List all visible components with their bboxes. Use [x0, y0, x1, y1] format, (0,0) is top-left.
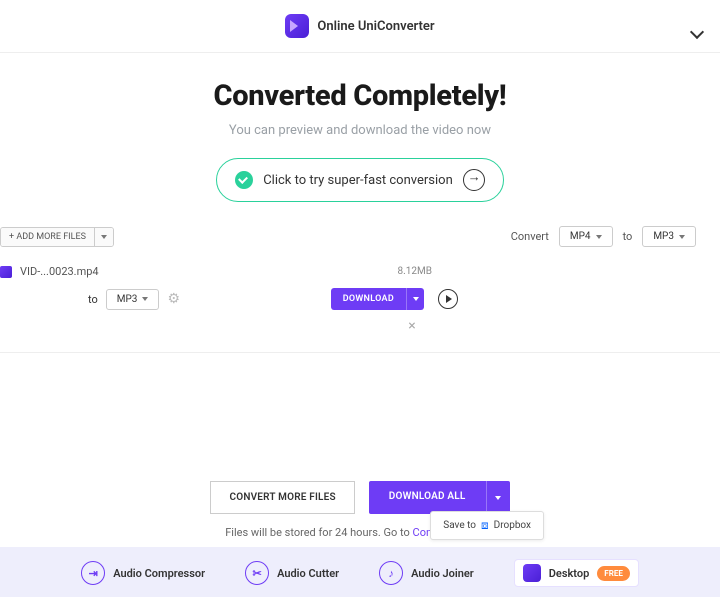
file-info-line: VID-...0023.mp4 8.12MB	[0, 265, 696, 278]
tool-label: Audio Joiner	[411, 567, 474, 580]
file-target-format-value: MP3	[117, 294, 138, 305]
add-more-files-button[interactable]: + ADD MORE FILES	[1, 228, 95, 246]
file-to-label: to	[88, 293, 98, 306]
desktop-app-link[interactable]: Desktop FREE	[514, 559, 639, 587]
add-more-files-caret[interactable]	[95, 228, 113, 246]
caret-down-icon	[596, 235, 602, 239]
file-size: 8.12MB	[398, 266, 696, 277]
header-menu-toggle[interactable]	[692, 22, 702, 41]
file-target-format-dropdown[interactable]: MP3	[106, 289, 160, 310]
gear-icon[interactable]: ⚙	[167, 291, 180, 307]
format-selector-group: Convert MP4 to MP3	[511, 226, 696, 247]
retention-prefix: Files will be stored for 24 hours. Go to	[225, 526, 412, 539]
download-all-caret[interactable]	[486, 481, 510, 514]
tool-label: Audio Compressor	[113, 567, 205, 580]
chevron-down-icon	[690, 25, 704, 39]
free-badge: FREE	[597, 566, 630, 581]
caret-down-icon	[413, 297, 419, 301]
save-to-label: Save to	[443, 520, 476, 531]
convert-more-button[interactable]: CONVERT MORE FILES	[210, 481, 354, 514]
to-label: to	[623, 230, 633, 243]
app-header: Online UniConverter	[0, 0, 720, 53]
tool-audio-joiner[interactable]: ♪ Audio Joiner	[379, 559, 474, 587]
caret-down-icon	[679, 235, 685, 239]
footer: CONVERT MORE FILES DOWNLOAD ALL Save to …	[0, 471, 720, 597]
tool-audio-compressor[interactable]: ⇥ Audio Compressor	[81, 559, 205, 587]
convert-label: Convert	[511, 230, 549, 243]
dropbox-icon: ⧈	[481, 518, 489, 533]
file-name: VID-...0023.mp4	[20, 265, 99, 278]
logo-icon	[285, 14, 309, 38]
tool-label: Audio Cutter	[277, 567, 339, 580]
remove-file-button[interactable]: ×	[0, 318, 696, 334]
download-button[interactable]: DOWNLOAD	[331, 288, 406, 310]
tool-audio-cutter[interactable]: ✂ Audio Cutter	[245, 559, 339, 587]
source-format-value: MP4	[570, 231, 591, 242]
compress-icon: ⇥	[81, 561, 105, 585]
arrow-right-icon	[463, 169, 485, 191]
app-title: Online UniConverter	[317, 19, 434, 34]
bulk-actions: CONVERT MORE FILES DOWNLOAD ALL Save to …	[0, 471, 720, 524]
hero-section: Converted Completely! You can preview an…	[0, 53, 720, 212]
fast-conversion-cta[interactable]: Click to try super-fast conversion	[216, 158, 504, 202]
scissors-icon: ✂	[245, 561, 269, 585]
save-to-dropbox-option[interactable]: Save to ⧈ Dropbox	[430, 511, 544, 540]
music-note-icon: ♪	[379, 561, 403, 585]
page-subtitle: You can preview and download the video n…	[0, 123, 720, 138]
download-caret[interactable]	[406, 288, 424, 310]
related-tools-strip: ⇥ Audio Compressor ✂ Audio Cutter ♪ Audi…	[0, 547, 720, 597]
file-actions-line: to MP3 ⚙ DOWNLOAD	[0, 288, 696, 310]
add-more-files-group: + ADD MORE FILES	[0, 227, 114, 247]
target-format-dropdown[interactable]: MP3	[642, 226, 696, 247]
caret-down-icon	[142, 297, 148, 301]
conversion-controls: + ADD MORE FILES Convert MP4 to MP3	[0, 212, 720, 257]
download-button-group: DOWNLOAD	[331, 288, 424, 310]
dropbox-label: Dropbox	[494, 520, 531, 531]
download-all-button[interactable]: DOWNLOAD ALL	[369, 481, 486, 514]
desktop-label: Desktop	[549, 567, 590, 580]
cta-label: Click to try super-fast conversion	[263, 173, 453, 188]
desktop-icon	[523, 564, 541, 582]
play-preview-button[interactable]	[438, 289, 458, 309]
source-format-dropdown[interactable]: MP4	[559, 226, 613, 247]
retention-note: Files will be stored for 24 hours. Go to…	[0, 526, 720, 539]
file-row: VID-...0023.mp4 8.12MB to MP3 ⚙ DOWNLOAD…	[0, 257, 720, 353]
target-format-value: MP3	[653, 231, 674, 242]
brand[interactable]: Online UniConverter	[285, 14, 434, 38]
caret-down-icon	[101, 235, 107, 239]
page-title: Converted Completely!	[0, 79, 720, 113]
check-icon	[235, 171, 253, 189]
file-type-icon	[0, 266, 12, 278]
download-all-group: DOWNLOAD ALL	[369, 481, 510, 514]
caret-down-icon	[495, 496, 501, 500]
